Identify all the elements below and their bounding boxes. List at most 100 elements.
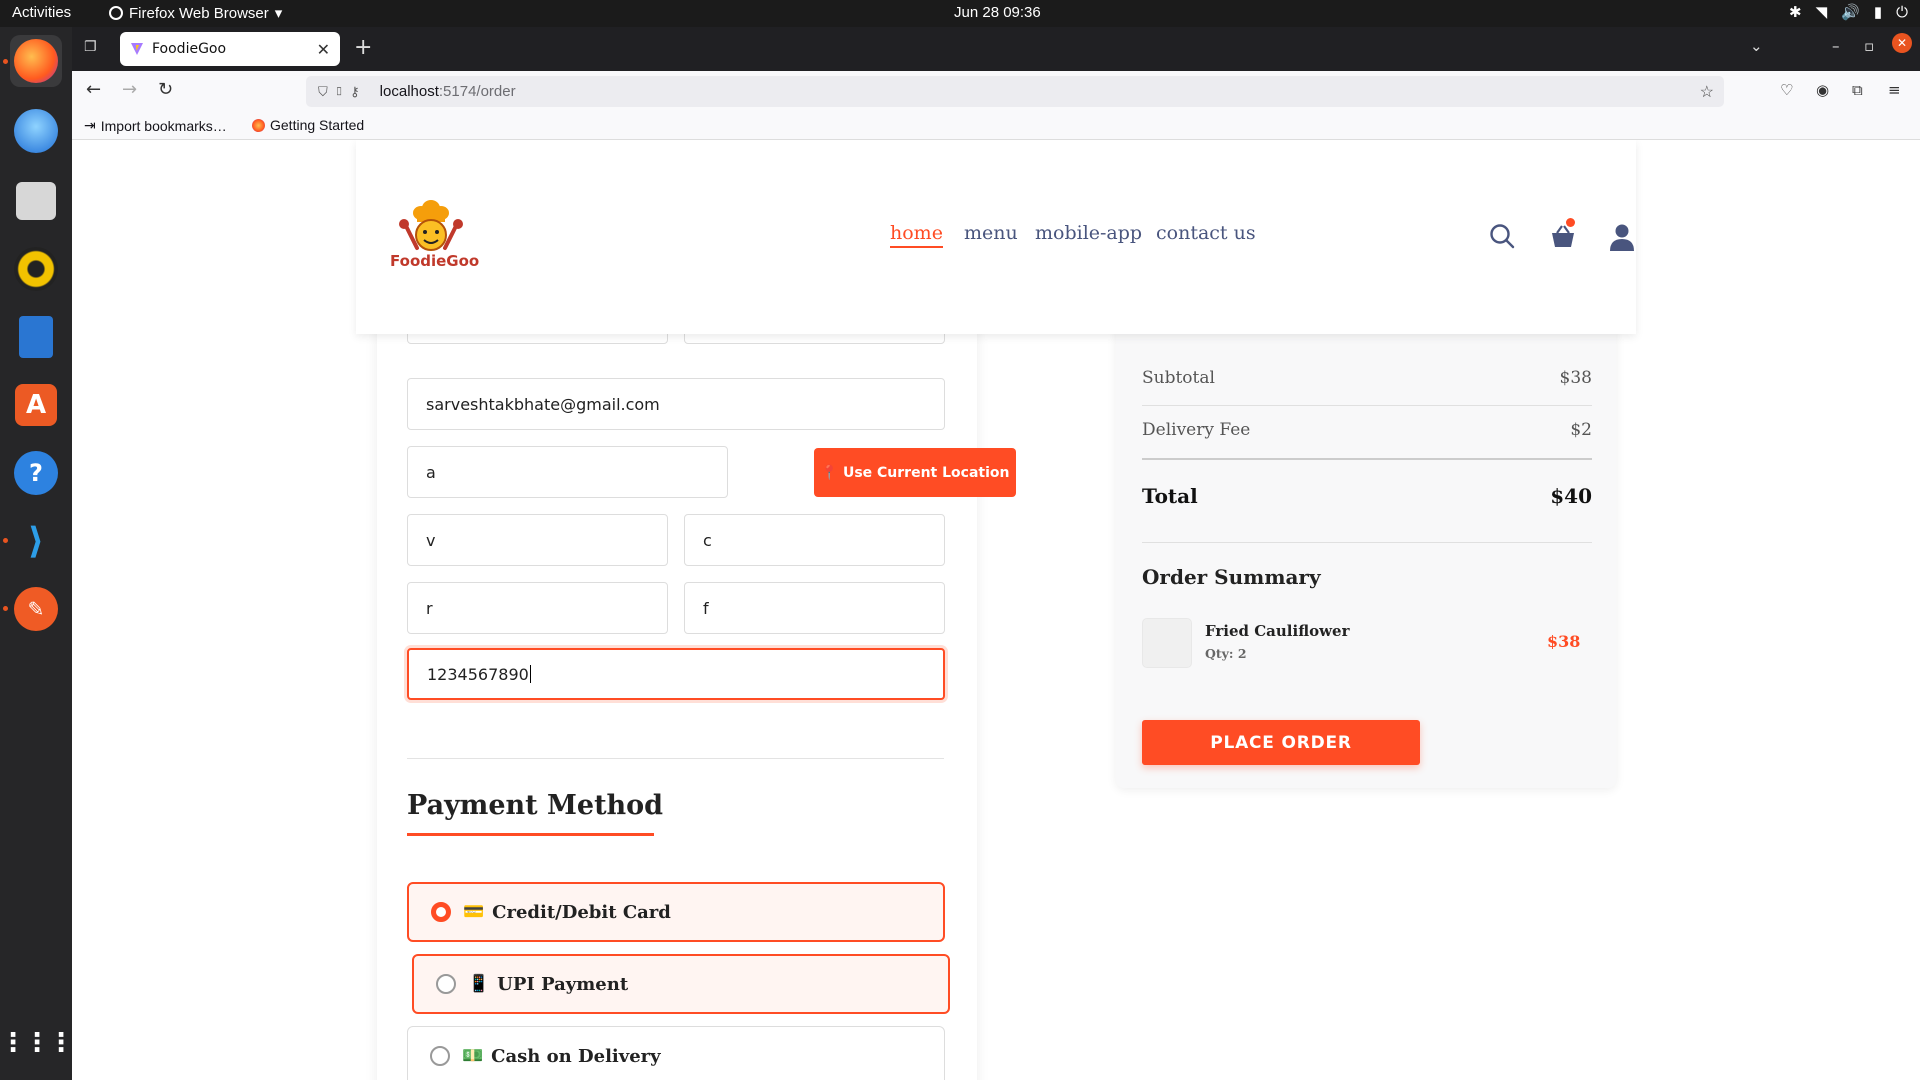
- dock-thunderbird[interactable]: [10, 105, 62, 157]
- account-icon[interactable]: ◉: [1816, 81, 1829, 99]
- title-underline: [407, 833, 654, 836]
- firefox-small-icon: [109, 6, 123, 20]
- location-pin-icon: 📍: [820, 464, 838, 481]
- radio-selected[interactable]: [431, 902, 451, 922]
- email-field[interactable]: sarveshtakbhate@gmail.com: [407, 378, 945, 430]
- system-tray[interactable]: ✱ ◥ 🔊 ▮ ⏻: [1789, 3, 1908, 22]
- city-field[interactable]: v: [407, 514, 668, 566]
- running-indicator: [3, 606, 8, 611]
- dock-writer[interactable]: [10, 311, 62, 363]
- app-menu-label: Firefox Web Browser: [129, 4, 269, 22]
- close-window-icon[interactable]: ✕: [1892, 33, 1912, 53]
- firefox-icon: [14, 39, 58, 83]
- nav-home[interactable]: home: [890, 222, 943, 248]
- street-field[interactable]: a: [407, 446, 728, 498]
- minimize-icon[interactable]: –: [1832, 37, 1840, 55]
- item-price: $38: [1547, 632, 1581, 651]
- pocket-icon[interactable]: ♡: [1780, 81, 1793, 99]
- payment-option-label: Credit/Debit Card: [492, 901, 671, 923]
- state-field[interactable]: c: [684, 514, 945, 566]
- nav-menu[interactable]: menu: [964, 222, 1018, 244]
- app-grid-icon: ⋮⋮⋮: [0, 1028, 74, 1058]
- volume-icon: 🔊: [1841, 4, 1860, 21]
- total-row: Total $40: [1142, 484, 1592, 508]
- reload-icon[interactable]: ↻: [158, 79, 173, 100]
- extensions-icon[interactable]: ⧉: [1852, 81, 1863, 99]
- radio-unselected[interactable]: [436, 974, 456, 994]
- cash-icon: 💵: [462, 1046, 484, 1066]
- cart-indicator-dot: [1566, 218, 1575, 227]
- item-thumbnail: [1142, 618, 1192, 668]
- url-bar[interactable]: ⛉▯⚷ localhost:5174/order ☆: [306, 76, 1724, 107]
- wifi-icon: ◥: [1815, 4, 1828, 21]
- navigation-bar: ← → ↻ ⛉▯⚷ localhost:5174/order ☆ ♡ ◉ ⧉ ≡: [72, 71, 1920, 111]
- phone-value: 1234567890: [427, 664, 529, 684]
- power-icon: ⏻: [1896, 3, 1908, 21]
- show-apps-button[interactable]: ⋮⋮⋮: [0, 1017, 74, 1069]
- brand-name: FoodieGoo: [390, 252, 480, 270]
- url-host: localhost: [379, 83, 439, 100]
- close-tab-icon[interactable]: ✕: [317, 40, 330, 59]
- bluetooth-icon: ✱: [1789, 4, 1802, 21]
- app-menu[interactable]: Firefox Web Browser ▾: [109, 4, 282, 22]
- payment-method-title: Payment Method: [407, 790, 664, 821]
- payment-option-cod[interactable]: 💵 Cash on Delivery: [407, 1026, 945, 1080]
- chevron-down-icon: ▾: [274, 5, 283, 22]
- page-viewport: sarvesh takbhate sarveshtakbhate@gmail.c…: [72, 140, 1920, 1080]
- rhythmbox-icon: [14, 247, 58, 291]
- import-icon: ⇥: [84, 117, 96, 133]
- system-top-bar: Activities Firefox Web Browser ▾ Jun 28 …: [0, 0, 1920, 27]
- new-tab-button[interactable]: +: [354, 35, 372, 60]
- running-indicator: [3, 538, 8, 543]
- postman-icon: ✎: [14, 587, 58, 631]
- text-caret: [529, 665, 531, 683]
- dock-rhythmbox[interactable]: [10, 243, 62, 295]
- radio-unselected[interactable]: [430, 1046, 450, 1066]
- tab-foodiegoo[interactable]: FoodieGoo ✕: [120, 32, 340, 66]
- help-icon: ?: [14, 451, 58, 495]
- menu-icon[interactable]: ≡: [1888, 81, 1901, 99]
- firefox-bookmark-icon: [252, 118, 265, 132]
- list-tabs-icon[interactable]: ⌄: [1750, 37, 1763, 55]
- site-info-icons[interactable]: ⛉▯⚷: [318, 84, 366, 100]
- place-order-button[interactable]: PLACE ORDER: [1142, 720, 1420, 765]
- country-field[interactable]: f: [684, 582, 945, 634]
- phone-field[interactable]: 1234567890: [407, 648, 945, 700]
- bookmark-import[interactable]: ⇥ Import bookmarks…: [84, 117, 227, 134]
- section-divider: [407, 758, 944, 759]
- dock-software[interactable]: A: [10, 379, 62, 431]
- use-current-location-button[interactable]: 📍 Use Current Location: [814, 448, 1016, 497]
- forward-icon[interactable]: →: [122, 79, 137, 100]
- bookmark-getting-started[interactable]: Getting Started: [252, 117, 364, 133]
- search-icon[interactable]: [1488, 222, 1516, 250]
- nav-contact-us[interactable]: contact us: [1156, 222, 1256, 244]
- clock[interactable]: Jun 28 09:36: [954, 4, 1041, 21]
- nav-mobile-app[interactable]: mobile-app: [1035, 222, 1142, 244]
- row-divider: [1142, 405, 1592, 406]
- back-icon[interactable]: ←: [86, 79, 101, 100]
- subtotal-value: $38: [1559, 368, 1592, 388]
- zip-field[interactable]: r: [407, 582, 668, 634]
- item-name: Fried Cauliflower: [1205, 622, 1350, 640]
- tab-title: FoodieGoo: [152, 41, 227, 57]
- delivery-fee-label: Delivery Fee: [1142, 420, 1251, 440]
- dock-postman[interactable]: ✎: [10, 583, 62, 635]
- dock: A ? ⟩ ✎ ⋮⋮⋮: [0, 27, 74, 1080]
- dock-files[interactable]: [10, 175, 62, 227]
- payment-option-upi[interactable]: 📱 UPI Payment: [412, 954, 950, 1014]
- mobile-phone-icon: 📱: [468, 974, 490, 994]
- vite-favicon-icon: [131, 43, 143, 55]
- dock-vscode[interactable]: ⟩: [10, 515, 62, 567]
- payment-option-card[interactable]: 💳 Credit/Debit Card: [407, 882, 945, 942]
- restore-icon[interactable]: ▫: [1864, 37, 1874, 55]
- dock-firefox[interactable]: [10, 35, 62, 87]
- subtotal-row: Subtotal $38: [1142, 368, 1592, 388]
- profile-icon[interactable]: [1608, 222, 1636, 252]
- bookmark-star-icon[interactable]: ☆: [1700, 82, 1714, 102]
- activities-button[interactable]: Activities: [12, 4, 71, 21]
- payment-option-label: Cash on Delivery: [491, 1045, 661, 1067]
- tab-overview-icon[interactable]: ❐: [84, 39, 97, 55]
- delivery-fee-value: $2: [1570, 420, 1592, 440]
- dock-help[interactable]: ?: [10, 447, 62, 499]
- basket-icon[interactable]: [1548, 222, 1578, 250]
